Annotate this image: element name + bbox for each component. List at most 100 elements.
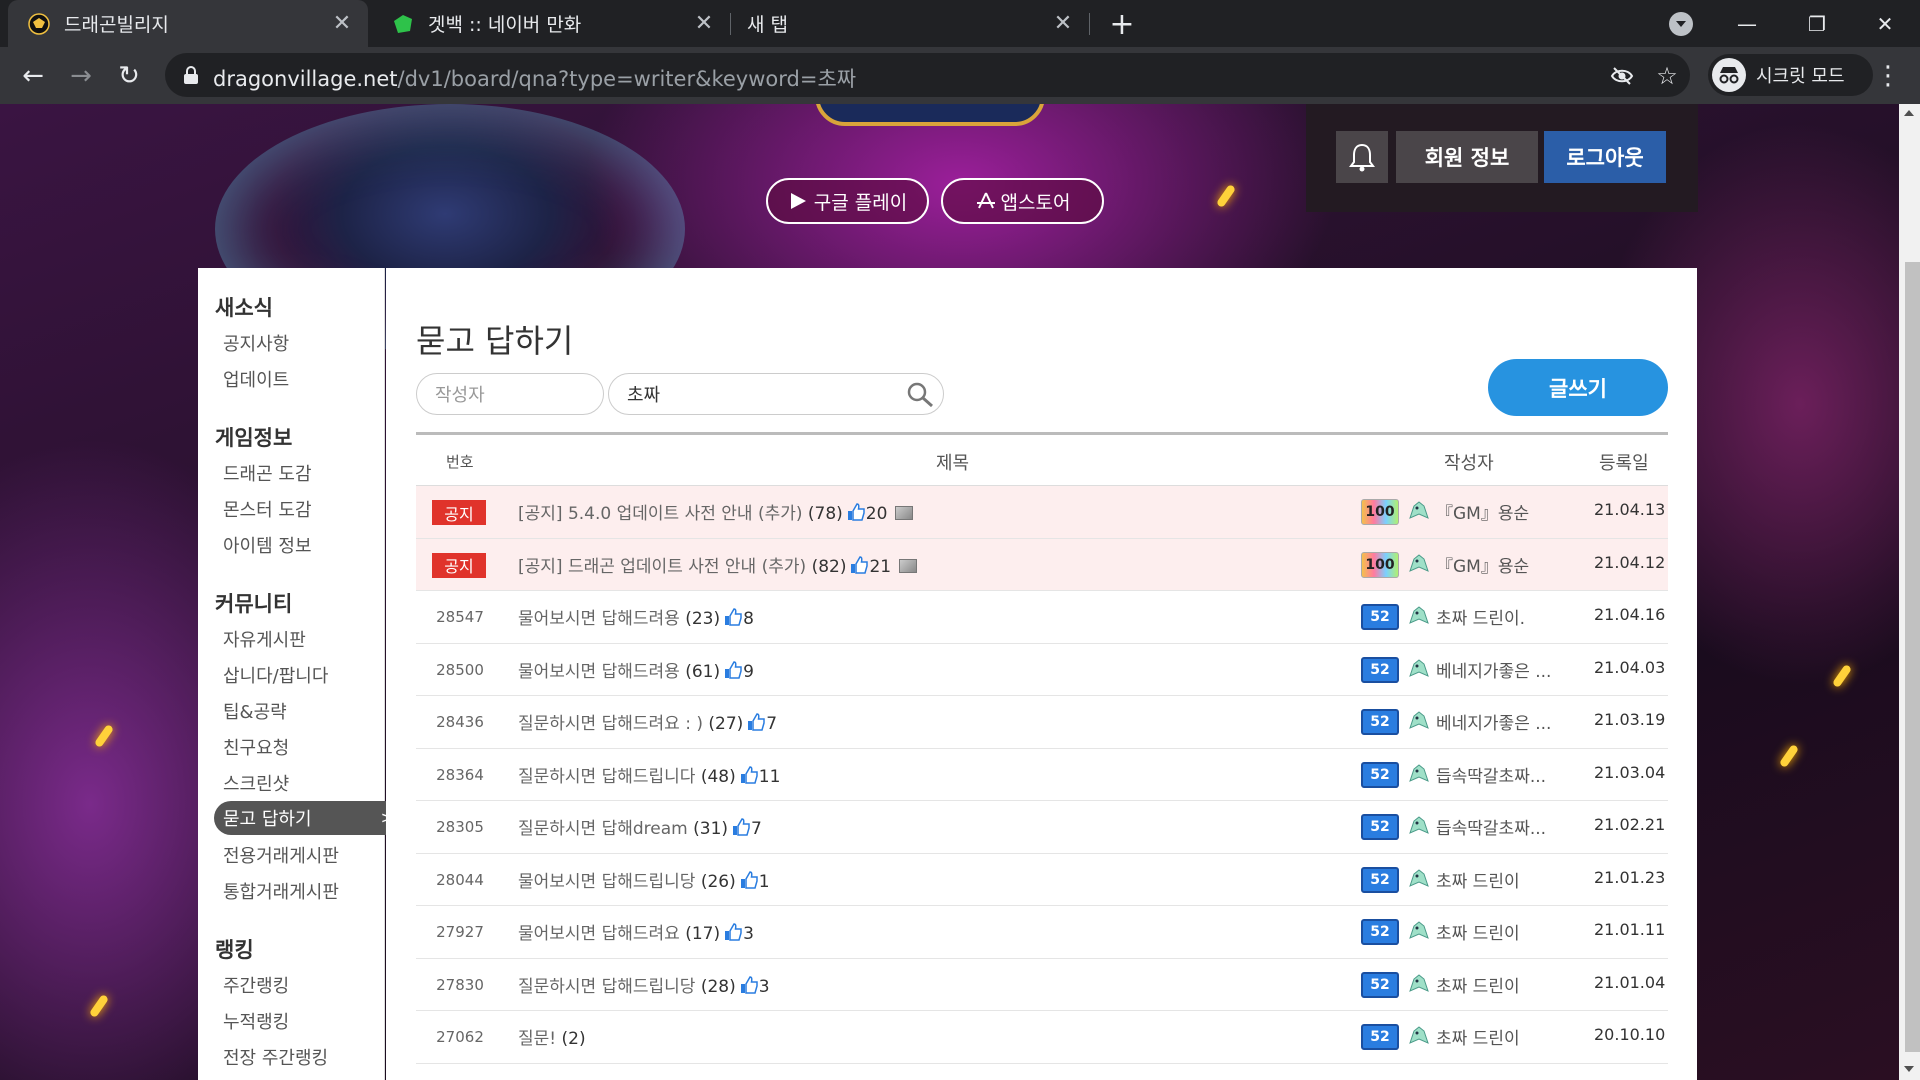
post-title-link[interactable]: 질문하시면 답해드립니당 (28) 3 — [518, 972, 770, 997]
browser-menu-icon[interactable]: ⋮ — [1875, 59, 1901, 93]
post-title-link[interactable]: 물어보시면 답해드려요 (17) 3 — [518, 919, 754, 944]
writer-name[interactable]: 초짜 드린이 — [1436, 1024, 1576, 1049]
like-count: 9 — [743, 661, 754, 682]
writer-name[interactable]: 듭속딱갈초짜... — [1436, 814, 1576, 839]
reload-icon[interactable]: ↻ — [110, 57, 148, 95]
scroll-down-arrow-icon[interactable] — [1904, 1066, 1914, 1072]
post-title-link[interactable]: 물어보시면 답해드립니당 (26) 1 — [518, 867, 770, 892]
logout-button[interactable]: 로그아웃 — [1544, 131, 1666, 183]
scroll-up-arrow-icon[interactable] — [1904, 110, 1914, 116]
tab-separator — [1089, 13, 1090, 35]
scrollbar-thumb[interactable] — [1905, 262, 1920, 1052]
table-row[interactable]: 27062 질문! (2) 52 초짜 드린이 20.10.10 — [416, 1011, 1668, 1064]
sidebar-item-exclusive-trade[interactable]: 전용거래게시판 — [223, 842, 339, 868]
post-title-link[interactable]: 물어보시면 답해드려용 (61) 9 — [518, 657, 754, 682]
table-row[interactable]: 28436 질문하시면 답해드려요 : ) (27) 7 52 베네지가좋은 ... 21… — [416, 696, 1668, 749]
sidebar-section-news: 새소식 — [215, 296, 273, 320]
app-store-icon — [976, 192, 995, 209]
forward-arrow-icon[interactable]: → — [62, 57, 100, 95]
post-title-link[interactable]: 질문하시면 답해드립니다 (48) 11 — [518, 762, 780, 787]
write-post-button[interactable]: 글쓰기 — [1488, 359, 1668, 416]
table-row[interactable]: 28500 물어보시면 답해드려용 (61) 9 52 베네지가좋은 ... 21.04.… — [416, 644, 1668, 696]
writer-name[interactable]: 듭속딱갈초짜... — [1436, 762, 1576, 787]
sidebar-item-update[interactable]: 업데이트 — [223, 366, 289, 392]
tracking-blocked-eye-icon[interactable] — [1608, 62, 1636, 90]
google-play-button[interactable]: 구글 플레이 — [766, 178, 929, 224]
address-bar[interactable]: dragonvillage.net/dv1/board/qna?type=wri… — [165, 53, 1690, 97]
sidebar-item-friend-request[interactable]: 친구요청 — [223, 734, 289, 760]
writer-name[interactable]: 초짜 드린이 — [1436, 972, 1576, 997]
sidebar-item-screenshot[interactable]: 스크린샷 — [223, 770, 289, 796]
search-input[interactable]: 초짜 — [608, 373, 944, 415]
table-row[interactable]: 28547 물어보시면 답해드려용 (23) 8 52 초짜 드린이. 21.04.16 — [416, 591, 1668, 644]
writer-name[interactable]: 초짜 드린이 — [1436, 919, 1576, 944]
comment-count: (17) — [685, 924, 721, 944]
new-tab-plus-icon[interactable]: + — [1106, 7, 1138, 42]
table-row[interactable]: 27830 질문하시면 답해드립니당 (28) 3 52 초짜 드린이 21.01.04 — [416, 959, 1668, 1011]
close-tab-icon[interactable]: ✕ — [328, 10, 356, 38]
notice-row[interactable]: 공지 [공지] 5.4.0 업데이트 사전 안내 (추가) (78) 20 100 『G… — [416, 486, 1668, 539]
sidebar-item-qna-active[interactable]: 묻고 답하기 > — [214, 801, 402, 835]
writer-name[interactable]: 『GM』용순 — [1436, 552, 1576, 577]
writer-name[interactable]: 초짜 드린이 — [1436, 867, 1576, 892]
search-icon[interactable] — [905, 380, 935, 410]
dragon-avatar-icon — [1409, 816, 1429, 834]
minimize-window-icon[interactable]: — — [1712, 0, 1782, 47]
post-title-link[interactable]: 질문하시면 답해드려요 : ) (27) 7 — [518, 709, 777, 734]
restore-window-icon[interactable]: ❐ — [1782, 0, 1852, 47]
sidebar-item-monster-dex[interactable]: 몬스터 도감 — [223, 496, 312, 522]
sidebar-item-buy-sell[interactable]: 삽니다/팝니다 — [223, 662, 328, 688]
sidebar-item-free-board[interactable]: 자유게시판 — [223, 626, 306, 652]
writer-name[interactable]: 『GM』용순 — [1436, 499, 1576, 524]
level-badge: 52 — [1361, 604, 1399, 630]
like-count: 3 — [743, 924, 754, 944]
page-scrollbar[interactable] — [1899, 104, 1920, 1080]
back-arrow-icon[interactable]: ← — [14, 57, 52, 95]
sidebar-item-item-info[interactable]: 아이템 정보 — [223, 532, 312, 558]
sidebar-item-integrated-trade[interactable]: 통합거래게시판 — [223, 878, 339, 904]
table-row[interactable]: 28044 물어보시면 답해드립니당 (26) 1 52 초짜 드린이 21.01.23 — [416, 854, 1668, 906]
member-info-button[interactable]: 회원 정보 — [1396, 131, 1538, 183]
post-number: 27830 — [436, 975, 484, 994]
sidebar-item-weekly-rank[interactable]: 주간랭킹 — [223, 972, 289, 998]
post-title-link[interactable]: 질문! (2) — [518, 1024, 586, 1049]
url-text: dragonvillage.net/dv1/board/qna?type=wri… — [213, 67, 857, 91]
post-title-link[interactable]: [공지] 드래곤 업데이트 사전 안내 (추가) (82) 21 — [518, 552, 918, 577]
incognito-profile-button[interactable]: 시크릿 모드 — [1708, 54, 1873, 96]
table-row[interactable]: 28364 질문하시면 답해드립니다 (48) 11 52 듭속딱갈초짜... 21.03… — [416, 749, 1668, 801]
table-row[interactable]: 27927 물어보시면 답해드려요 (17) 3 52 초짜 드린이 21.01.11 — [416, 906, 1668, 959]
like-count: 20 — [865, 504, 888, 524]
close-window-icon[interactable]: ✕ — [1850, 0, 1920, 47]
sidebar-section-gameinfo: 게임정보 — [215, 426, 293, 450]
search-type-select[interactable]: 작성자 — [416, 373, 604, 415]
close-tab-icon[interactable]: ✕ — [690, 10, 718, 38]
tab-naver-comic[interactable]: 겟백 :: 네이버 만화 ✕ — [372, 0, 730, 47]
close-tab-icon[interactable]: ✕ — [1049, 10, 1077, 38]
sidebar-item-tips[interactable]: 팁&공략 — [223, 698, 287, 724]
table-row[interactable]: 28305 질문하시면 답해dream (31) 7 52 듭속딱갈초짜... 21.02… — [416, 801, 1668, 854]
sidebar-item-dragon-dex[interactable]: 드래곤 도감 — [223, 460, 312, 486]
bookmark-star-icon[interactable]: ☆ — [1653, 62, 1681, 90]
app-store-label: 앱스토어 — [1000, 191, 1071, 214]
notification-bell-icon[interactable] — [1336, 131, 1388, 183]
sidebar-section-community: 커뮤니티 — [215, 592, 293, 616]
app-store-button[interactable]: 앱스토어 — [941, 178, 1104, 224]
sidebar-item-notice[interactable]: 공지사항 — [223, 330, 289, 356]
post-title-link[interactable]: 질문하시면 답해dream (31) 7 — [518, 814, 762, 839]
tab-new-tab[interactable]: 새 탭 ✕ — [731, 0, 1089, 47]
post-date: 20.10.10 — [1594, 1025, 1666, 1044]
search-keyword-text: 초짜 — [627, 385, 661, 406]
post-title-link[interactable]: 물어보시면 답해드려용 (23) 8 — [518, 604, 754, 629]
tab-search-dropdown-icon[interactable] — [1669, 12, 1693, 36]
spark-decoration — [1778, 743, 1800, 769]
comment-count: (23) — [685, 609, 721, 629]
notice-row[interactable]: 공지 [공지] 드래곤 업데이트 사전 안내 (추가) (82) 21 100 『GM』… — [416, 538, 1668, 591]
writer-name[interactable]: 베네지가좋은 ... — [1436, 709, 1576, 734]
sidebar-item-battle-weekly-rank[interactable]: 전장 주간랭킹 — [223, 1044, 328, 1070]
sidebar-item-total-rank[interactable]: 누적랭킹 — [223, 1008, 289, 1034]
writer-name[interactable]: 초짜 드린이. — [1436, 604, 1576, 629]
tab-dragonvillage[interactable]: 드래곤빌리지 ✕ — [8, 0, 368, 47]
post-title-link[interactable]: [공지] 5.4.0 업데이트 사전 안내 (추가) (78) 20 — [518, 499, 914, 524]
dragon-avatar-icon — [1409, 606, 1429, 624]
writer-name[interactable]: 베네지가좋은 ... — [1436, 657, 1576, 682]
